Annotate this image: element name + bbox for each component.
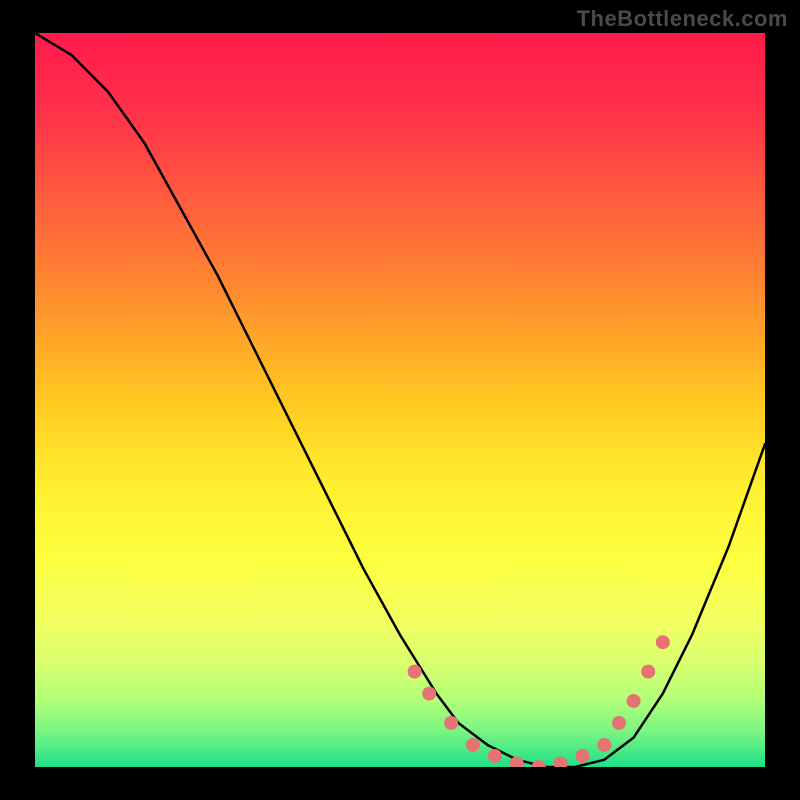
curve-marker xyxy=(612,716,626,730)
curve-marker xyxy=(510,756,524,770)
curve-marker xyxy=(488,749,502,763)
watermark-text: TheBottleneck.com xyxy=(577,6,788,32)
chart-frame: TheBottleneck.com xyxy=(0,0,800,800)
curve-marker xyxy=(408,665,422,679)
curve-marker xyxy=(641,665,655,679)
curve-marker xyxy=(532,760,546,774)
curve-marker xyxy=(466,738,480,752)
curve-marker xyxy=(444,716,458,730)
curve-marker xyxy=(576,749,590,763)
curve-marker xyxy=(656,635,670,649)
bottleneck-curve-chart xyxy=(0,0,800,800)
curve-marker xyxy=(597,738,611,752)
curve-marker xyxy=(554,756,568,770)
curve-marker xyxy=(422,687,436,701)
curve-marker xyxy=(627,694,641,708)
